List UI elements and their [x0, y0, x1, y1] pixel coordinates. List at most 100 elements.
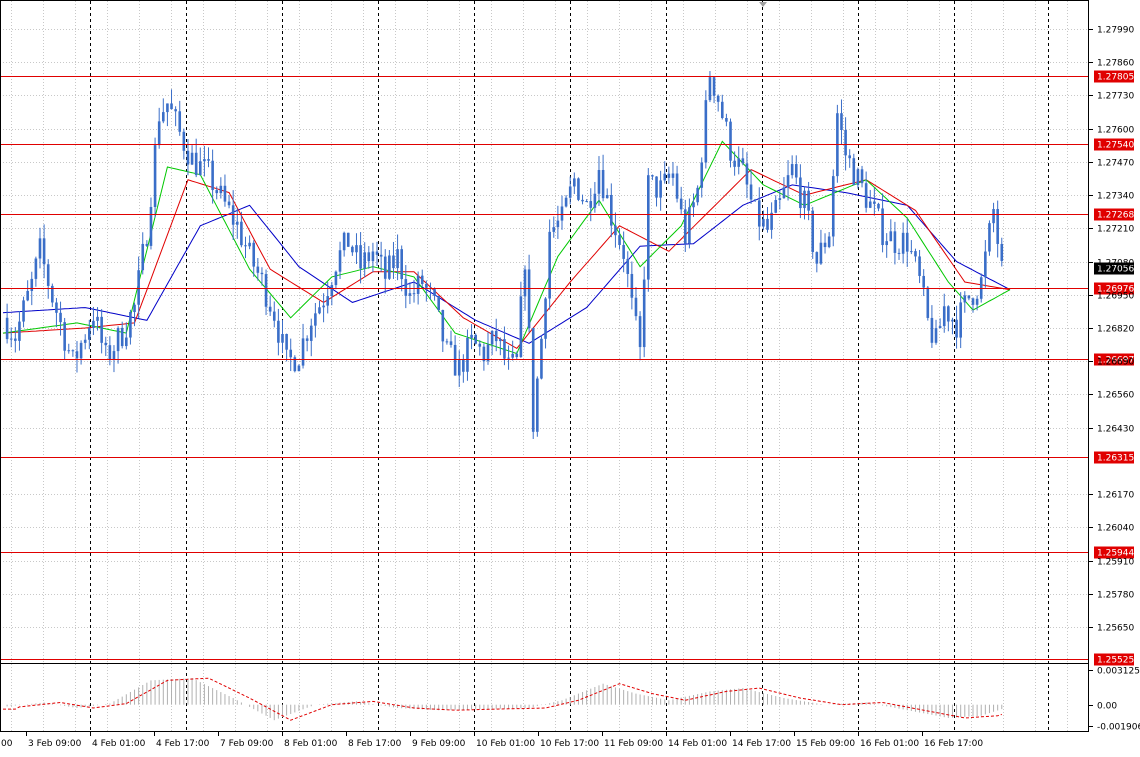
candle-body	[71, 350, 75, 352]
candle-body	[963, 295, 967, 303]
candle-body	[556, 220, 560, 228]
candle-body	[651, 175, 654, 177]
candle-body	[905, 232, 909, 252]
candle-body	[934, 328, 938, 343]
candle-body	[573, 178, 576, 187]
candle-body	[852, 158, 856, 185]
candle-body	[741, 158, 745, 164]
candle-body	[227, 201, 231, 206]
candle-body	[149, 206, 153, 246]
candle-body	[367, 252, 371, 262]
candle-body	[178, 111, 182, 132]
time-tick-label: 16 Feb 17:00	[924, 739, 983, 749]
candle-body	[511, 353, 514, 358]
candle-body	[696, 187, 699, 203]
level-label: 1.27268	[1097, 211, 1134, 221]
candle-body	[289, 349, 293, 358]
candle-body	[314, 313, 317, 326]
candle-body	[416, 275, 420, 294]
candle-body	[667, 173, 671, 178]
candle-body	[412, 293, 416, 295]
candle-body	[840, 113, 843, 131]
candle-body	[753, 199, 757, 201]
price-tick-label: 1.26950	[1097, 292, 1134, 302]
candle-body	[83, 339, 87, 343]
candle-body	[104, 342, 108, 346]
candle-body	[166, 103, 169, 113]
candle-body	[577, 178, 580, 200]
candle-body	[675, 173, 679, 199]
candle-body	[589, 201, 593, 208]
candle-body	[141, 243, 145, 271]
candle-body	[803, 190, 806, 209]
candle-body	[22, 300, 25, 322]
candle-body	[400, 249, 403, 280]
candle-body	[942, 306, 946, 327]
price-tick-label: 1.25780	[1097, 591, 1134, 601]
candle-body	[729, 121, 732, 161]
candle-body	[420, 275, 424, 285]
candle-body	[186, 150, 190, 165]
candle-body	[453, 344, 457, 376]
candle-body	[26, 290, 29, 301]
candle-body	[930, 317, 934, 343]
time-tick-label: 16 Feb 01:00	[860, 739, 919, 749]
candle-body	[967, 295, 971, 299]
candle-body	[815, 252, 819, 264]
candle-body	[112, 351, 116, 360]
price-tick-label: 1.27210	[1097, 225, 1134, 235]
candle-body	[959, 302, 962, 338]
candle-body	[355, 245, 358, 253]
osc-tick-label: 0.003125	[1097, 667, 1140, 677]
candle-body	[507, 357, 510, 359]
candle-body	[334, 271, 338, 286]
candle-body	[462, 359, 465, 372]
candle-body	[486, 344, 490, 362]
candle-body	[720, 101, 724, 118]
candle-body	[519, 296, 523, 358]
candle-body	[868, 201, 872, 208]
candle-body	[388, 255, 391, 279]
candle-body	[346, 232, 350, 247]
price-tick-label: 1.25910	[1097, 558, 1134, 568]
level-label: 1.25525	[1097, 656, 1134, 666]
candle-body	[203, 159, 206, 162]
candle-body	[938, 326, 942, 329]
candle-body	[441, 309, 445, 342]
osc-tick-label: -0.001906	[1097, 723, 1140, 733]
candle-body	[622, 244, 625, 259]
price-chart[interactable]: 1.278051.275401.272681.269761.266971.263…	[0, 0, 1140, 757]
candle-body	[9, 338, 13, 340]
candle-body	[955, 319, 958, 338]
time-tick-label: 4 Feb 17:00	[156, 739, 210, 749]
candle-body	[560, 206, 564, 221]
candle-body	[918, 256, 921, 276]
candle-body	[342, 232, 346, 251]
candle-body	[198, 161, 202, 176]
candle-body	[782, 187, 786, 199]
candle-body	[30, 278, 34, 291]
time-tick-label: 14 Feb 01:00	[668, 739, 727, 749]
time-tick-label: 3 Feb 09:00	[28, 739, 82, 749]
candle-body	[5, 317, 9, 340]
candle-body	[248, 242, 251, 247]
candle-body	[1000, 243, 1004, 261]
price-tick-label: 1.26560	[1097, 391, 1134, 401]
candle-body	[67, 350, 71, 352]
time-tick-label: 9 Feb 09:00	[412, 739, 466, 749]
candle-body	[433, 289, 436, 296]
candle-body	[474, 334, 477, 344]
candle-body	[827, 236, 831, 248]
candle-body	[494, 330, 498, 342]
candle-body	[564, 197, 568, 207]
candle-body	[889, 231, 893, 242]
candle-body	[14, 338, 17, 341]
candle-body	[790, 164, 794, 176]
candle-body	[568, 186, 572, 198]
candle-body	[897, 252, 901, 254]
candle-body	[301, 338, 305, 366]
candle-body	[737, 158, 741, 167]
candle-body	[988, 223, 991, 252]
candle-body	[757, 200, 761, 227]
price-tick-label: 1.26170	[1097, 491, 1134, 501]
